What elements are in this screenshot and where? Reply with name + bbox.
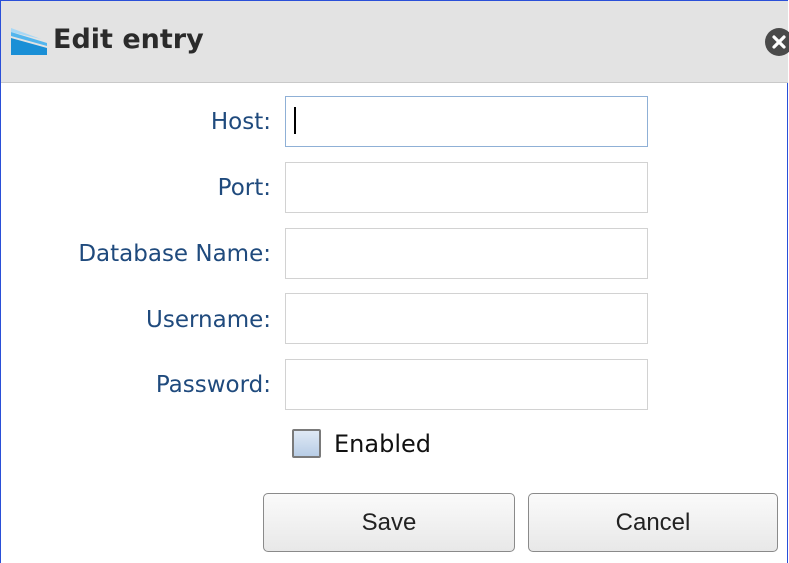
save-button[interactable]: Save — [263, 493, 515, 552]
dialog-title: Edit entry — [53, 24, 204, 55]
username-label: Username: — [146, 307, 271, 333]
enabled-checkbox[interactable] — [292, 429, 321, 458]
password-input[interactable] — [285, 359, 648, 410]
password-label: Password: — [155, 372, 271, 398]
port-input[interactable] — [285, 162, 648, 213]
database-name-label: Database Name: — [78, 241, 271, 267]
host-label: Host: — [210, 109, 271, 135]
app-logo-icon — [11, 28, 47, 55]
edit-entry-dialog: Edit entry Host: Port: Database Name: Us… — [0, 0, 789, 563]
enabled-checkbox-label[interactable]: Enabled — [334, 429, 431, 459]
host-input[interactable] — [285, 96, 648, 147]
database-name-input[interactable] — [285, 228, 648, 279]
dialog-titlebar: Edit entry — [1, 1, 789, 83]
text-caret — [294, 107, 296, 134]
cancel-button[interactable]: Cancel — [528, 493, 778, 552]
port-label: Port: — [217, 175, 271, 201]
close-icon[interactable] — [765, 28, 789, 56]
username-input[interactable] — [285, 293, 648, 344]
